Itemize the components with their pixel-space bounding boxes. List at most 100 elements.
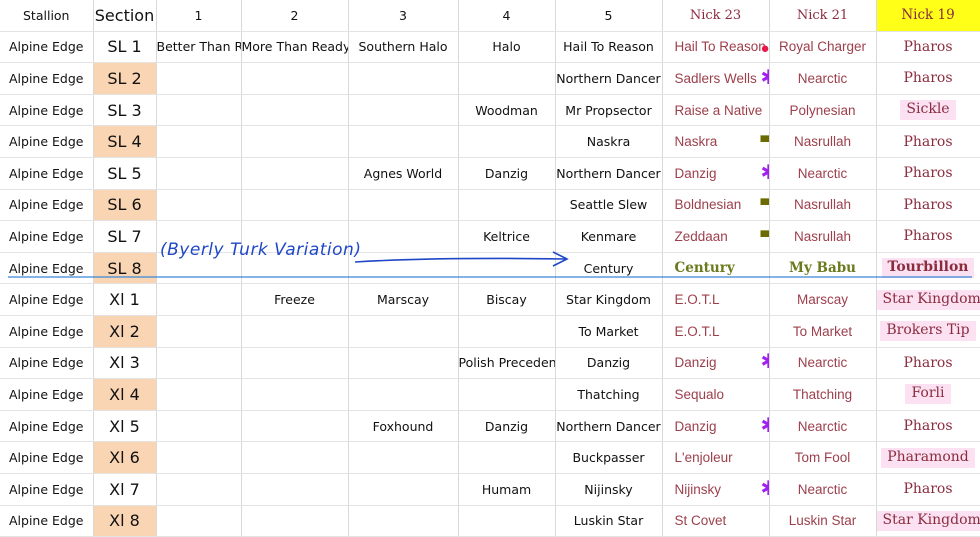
cell-col-2[interactable]	[241, 442, 348, 474]
cell-nick-23[interactable]: Boldnesian▬	[662, 189, 769, 221]
cell-nick-21[interactable]: Nearctic	[769, 63, 876, 95]
cell-col-5[interactable]: Hail To Reason	[555, 31, 662, 63]
cell-col-3[interactable]: Foxhound	[348, 410, 458, 442]
cell-col-1[interactable]: Better Than Ready	[156, 31, 241, 63]
cell-nick-21[interactable]: Nasrullah	[769, 221, 876, 253]
cell-col-4[interactable]	[458, 505, 555, 537]
cell-nick-23[interactable]: Danzig✱	[662, 410, 769, 442]
cell-nick-19[interactable]: Pharos	[876, 63, 980, 95]
cell-nick-19[interactable]: Pharos	[876, 157, 980, 189]
cell-col-5[interactable]: Luskin Star	[555, 505, 662, 537]
cell-nick-19[interactable]: Pharos	[876, 221, 980, 253]
cell-col-1[interactable]	[156, 94, 241, 126]
cell-col-1[interactable]	[156, 126, 241, 158]
cell-col-4[interactable]: Polish Precedent	[458, 347, 555, 379]
cell-section[interactable]: SL 5	[93, 157, 156, 189]
cell-section[interactable]: SL 1	[93, 31, 156, 63]
cell-col-1[interactable]	[156, 189, 241, 221]
cell-section[interactable]: Xl 1	[93, 284, 156, 316]
cell-nick-23[interactable]: L'enjoleur	[662, 442, 769, 474]
cell-col-5[interactable]: Seattle Slew	[555, 189, 662, 221]
cell-stallion[interactable]: Alpine Edge	[0, 63, 93, 95]
cell-col-5[interactable]: Star Kingdom	[555, 284, 662, 316]
cell-col-4[interactable]	[458, 379, 555, 411]
cell-stallion[interactable]: Alpine Edge	[0, 505, 93, 537]
cell-col-4[interactable]	[458, 252, 555, 284]
cell-nick-23[interactable]: Century	[662, 252, 769, 284]
cell-nick-21[interactable]: Tom Fool	[769, 442, 876, 474]
cell-col-3[interactable]	[348, 347, 458, 379]
cell-nick-21[interactable]: Nearctic	[769, 410, 876, 442]
cell-col-3[interactable]	[348, 94, 458, 126]
cell-col-3[interactable]	[348, 315, 458, 347]
cell-col-4[interactable]: Halo	[458, 31, 555, 63]
cell-col-3[interactable]	[348, 189, 458, 221]
cell-nick-23[interactable]: Danzig✱	[662, 157, 769, 189]
cell-col-2[interactable]	[241, 126, 348, 158]
cell-col-5[interactable]: Northern Dancer	[555, 63, 662, 95]
cell-stallion[interactable]: Alpine Edge	[0, 347, 93, 379]
cell-nick-23[interactable]: St Covet	[662, 505, 769, 537]
cell-col-4[interactable]: Danzig	[458, 410, 555, 442]
cell-section[interactable]: SL 2	[93, 63, 156, 95]
cell-col-5[interactable]: Danzig	[555, 347, 662, 379]
cell-stallion[interactable]: Alpine Edge	[0, 442, 93, 474]
cell-section[interactable]: Xl 8	[93, 505, 156, 537]
cell-col-1[interactable]	[156, 379, 241, 411]
cell-col-4[interactable]: Keltrice	[458, 221, 555, 253]
cell-nick-19[interactable]: Pharamond	[876, 442, 980, 474]
cell-col-4[interactable]: Woodman	[458, 94, 555, 126]
cell-stallion[interactable]: Alpine Edge	[0, 189, 93, 221]
cell-col-2[interactable]	[241, 157, 348, 189]
cell-nick-19[interactable]: Tourbillon	[876, 252, 980, 284]
cell-stallion[interactable]: Alpine Edge	[0, 221, 93, 253]
cell-col-5[interactable]: Nijinsky	[555, 473, 662, 505]
cell-stallion[interactable]: Alpine Edge	[0, 94, 93, 126]
cell-section[interactable]: SL 4	[93, 126, 156, 158]
header-stallion[interactable]: Stallion	[0, 0, 93, 31]
cell-nick-19[interactable]: Pharos	[876, 189, 980, 221]
cell-nick-21[interactable]: My Babu	[769, 252, 876, 284]
cell-nick-19[interactable]: Star Kingdom	[876, 505, 980, 537]
cell-col-2[interactable]	[241, 315, 348, 347]
cell-nick-21[interactable]: Polynesian	[769, 94, 876, 126]
cell-nick-19[interactable]: Star Kingdom	[876, 284, 980, 316]
header-col-4[interactable]: 4	[458, 0, 555, 31]
cell-col-2[interactable]	[241, 94, 348, 126]
cell-col-5[interactable]: Thatching	[555, 379, 662, 411]
cell-col-3[interactable]	[348, 221, 458, 253]
cell-nick-21[interactable]: To Market	[769, 315, 876, 347]
cell-col-2[interactable]	[241, 189, 348, 221]
cell-section[interactable]: Xl 5	[93, 410, 156, 442]
cell-col-5[interactable]: Buckpasser	[555, 442, 662, 474]
cell-nick-21[interactable]: Nearctic	[769, 157, 876, 189]
cell-nick-19[interactable]: Forli	[876, 379, 980, 411]
cell-col-4[interactable]	[458, 63, 555, 95]
cell-nick-21[interactable]: Marscay	[769, 284, 876, 316]
cell-col-3[interactable]	[348, 379, 458, 411]
cell-section[interactable]: Xl 3	[93, 347, 156, 379]
cell-nick-23[interactable]: E.O.T.L	[662, 284, 769, 316]
header-nick-21[interactable]: Nick 21	[769, 0, 876, 31]
cell-nick-19[interactable]: Pharos	[876, 347, 980, 379]
header-section[interactable]: Section	[93, 0, 156, 31]
cell-col-2[interactable]	[241, 379, 348, 411]
cell-col-5[interactable]: Mr Propsector	[555, 94, 662, 126]
cell-col-4[interactable]	[458, 315, 555, 347]
cell-nick-19[interactable]: Pharos	[876, 473, 980, 505]
cell-nick-23[interactable]: Sequalo	[662, 379, 769, 411]
cell-col-3[interactable]	[348, 473, 458, 505]
cell-stallion[interactable]: Alpine Edge	[0, 410, 93, 442]
cell-col-1[interactable]	[156, 505, 241, 537]
cell-stallion[interactable]: Alpine Edge	[0, 31, 93, 63]
cell-col-4[interactable]: Biscay	[458, 284, 555, 316]
cell-col-5[interactable]: Northern Dancer	[555, 410, 662, 442]
cell-col-1[interactable]	[156, 410, 241, 442]
cell-stallion[interactable]: Alpine Edge	[0, 252, 93, 284]
cell-section[interactable]: SL 3	[93, 94, 156, 126]
cell-section[interactable]: SL 7	[93, 221, 156, 253]
cell-col-1[interactable]	[156, 315, 241, 347]
cell-nick-19[interactable]: Pharos	[876, 410, 980, 442]
header-col-2[interactable]: 2	[241, 0, 348, 31]
cell-nick-23[interactable]: Raise a Native	[662, 94, 769, 126]
